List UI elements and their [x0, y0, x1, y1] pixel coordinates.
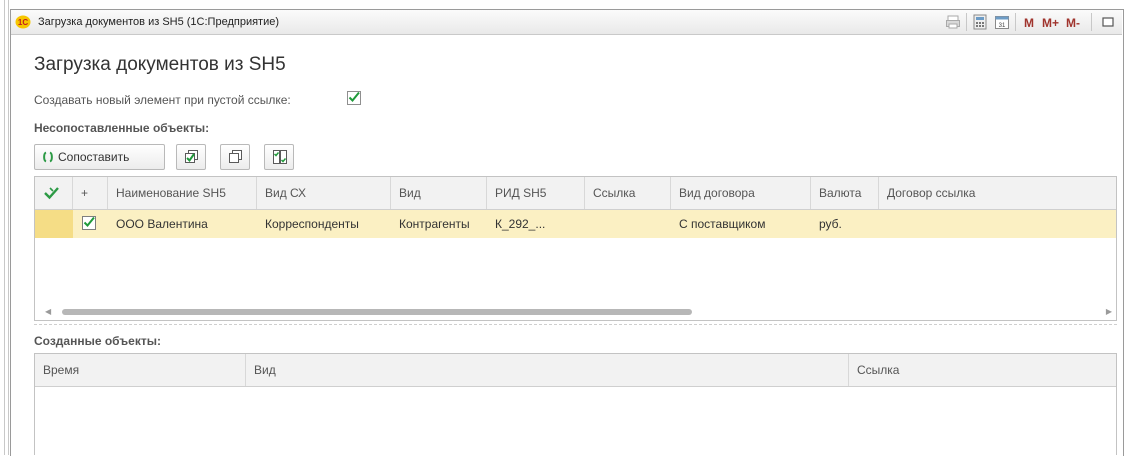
horizontal-scrollbar[interactable]: ◀ ▶ [35, 306, 1116, 320]
checkmark-icon [83, 216, 95, 227]
scroll-right-arrow-icon[interactable]: ▶ [1106, 307, 1112, 316]
scroll-left-arrow-icon[interactable]: ◀ [45, 307, 51, 316]
column-header-contract-type[interactable]: Вид договора [671, 177, 811, 209]
maximize-icon[interactable] [1100, 14, 1116, 30]
cell-rid[interactable]: К_292_... [487, 210, 585, 238]
memory-plus-button[interactable]: M+ [1042, 16, 1059, 30]
unmatched-objects-table[interactable]: + Наименование SH5 Вид СХ Вид РИД SH5 Сс… [34, 176, 1117, 321]
svg-text:1С: 1С [18, 18, 28, 27]
table-header: Время Вид Ссылка [35, 354, 1116, 387]
match-button[interactable]: Сопоставить [34, 144, 165, 170]
column-header-currency[interactable]: Валюта [811, 177, 879, 209]
column-header-rid[interactable]: РИД SH5 [487, 177, 585, 209]
scroll-thumb[interactable] [62, 309, 692, 315]
match-button-label: Сопоставить [58, 150, 130, 164]
window-top-margin [0, 0, 1130, 9]
row-checkbox-cell[interactable] [73, 210, 108, 238]
cell-name[interactable]: ООО Валентина [108, 210, 257, 238]
column-header-check[interactable] [35, 177, 73, 209]
window-title: Загрузка документов из SH5 (1С:Предприят… [38, 16, 280, 28]
print-icon[interactable] [945, 14, 961, 30]
column-header-vid-sx[interactable]: Вид СХ [257, 177, 391, 209]
form-title: Загрузка документов из SH5 [34, 54, 286, 75]
cell-link[interactable] [585, 210, 671, 238]
invert-checks-icon [273, 150, 287, 164]
column-header-plus[interactable]: + [73, 177, 108, 209]
cell-currency[interactable]: руб. [811, 210, 879, 238]
unmatched-section-title: Несопоставленные объекты: [34, 121, 210, 135]
created-section-title: Созданные объекты: [34, 334, 161, 348]
toolbar-separator [966, 13, 967, 31]
section-divider [34, 324, 1117, 325]
svg-text:31: 31 [999, 23, 1006, 29]
create-new-checkbox[interactable] [347, 91, 361, 105]
create-new-label: Создавать новый элемент при пустой ссылк… [34, 93, 291, 107]
column-header-vid[interactable]: Вид [391, 177, 487, 209]
column-header-name[interactable]: Наименование SH5 [108, 177, 257, 209]
column-header-reference[interactable]: Ссылка [849, 354, 1116, 386]
calculator-icon[interactable] [972, 14, 988, 30]
check-all-button[interactable] [176, 144, 206, 170]
cell-vid-sx[interactable]: Корреспонденты [257, 210, 391, 238]
memory-m-button[interactable]: M [1024, 16, 1034, 30]
column-header-kind[interactable]: Вид [246, 354, 849, 386]
row-marker-cell[interactable] [35, 210, 73, 238]
refresh-icon [43, 151, 53, 163]
cell-contract-link[interactable] [879, 210, 1116, 238]
invert-checks-button[interactable] [264, 144, 294, 170]
cell-contract-type[interactable]: С поставщиком [671, 210, 811, 238]
table-row[interactable]: ООО Валентина Корреспонденты Контрагенты… [35, 210, 1116, 238]
memory-minus-button[interactable]: M- [1066, 16, 1080, 30]
window-left-border [0, 0, 10, 455]
uncheck-all-button[interactable] [220, 144, 250, 170]
column-header-contract-link[interactable]: Договор ссылка [879, 177, 1116, 209]
toolbar-separator [1015, 13, 1016, 31]
check-mark-column-icon [44, 187, 59, 200]
created-objects-table[interactable]: Время Вид Ссылка [34, 353, 1117, 455]
uncheck-all-icon [229, 150, 242, 163]
column-header-time[interactable]: Время [35, 354, 246, 386]
1c-logo-icon[interactable]: 1С [15, 15, 31, 29]
column-header-link[interactable]: Ссылка [585, 177, 671, 209]
cell-vid[interactable]: Контрагенты [391, 210, 487, 238]
table-header: + Наименование SH5 Вид СХ Вид РИД SH5 Сс… [35, 177, 1116, 210]
row-checkbox[interactable] [82, 216, 96, 230]
calendar-icon[interactable]: 31 [994, 14, 1010, 30]
check-all-icon [185, 150, 198, 163]
toolbar-separator [1091, 13, 1092, 31]
checkmark-icon [348, 91, 360, 102]
